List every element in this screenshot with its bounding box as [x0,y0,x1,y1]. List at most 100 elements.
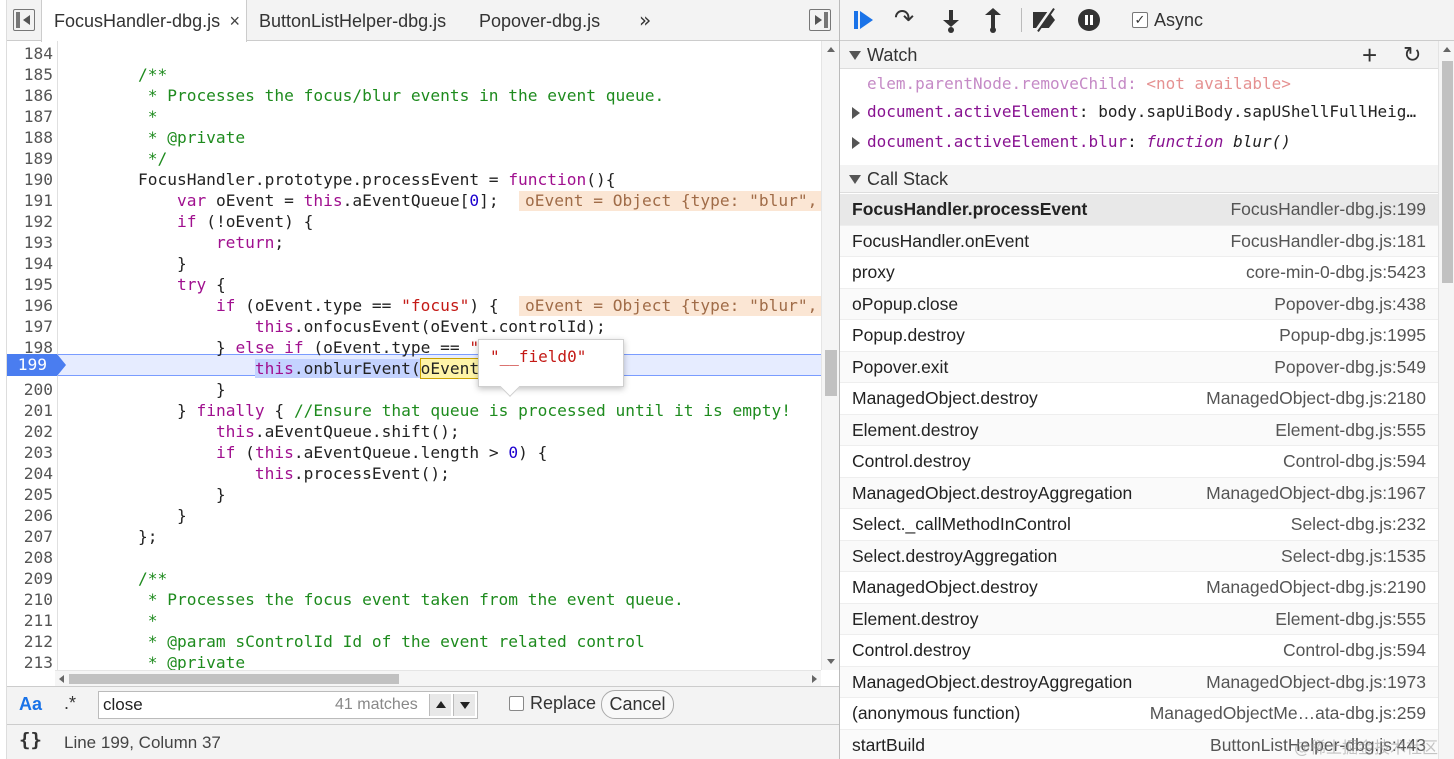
line-number[interactable]: 192 [7,211,53,232]
sidebar-scrollbar[interactable] [1438,41,1454,759]
frame-location-link[interactable]: ManagedObject-dbg.js:1973 [1206,667,1426,698]
cancel-search-button[interactable]: Cancel [601,690,674,719]
frame-location-link[interactable]: Element-dbg.js:555 [1275,604,1426,635]
toggle-debugger-sidebar-button[interactable] [809,9,831,31]
frame-location-link[interactable]: ManagedObjectMe…ata-dbg.js:259 [1150,698,1426,729]
frame-location-link[interactable]: ManagedObject-dbg.js:2180 [1206,383,1426,414]
call-frame[interactable]: Element.destroy Element-dbg.js:555 [840,603,1438,635]
line-number[interactable]: 211 [7,610,53,631]
frame-location-link[interactable]: Popover-dbg.js:549 [1274,352,1426,383]
tab-buttonlisthelper[interactable]: ButtonListHelper-dbg.js [247,0,467,41]
line-number[interactable]: 195 [7,274,53,295]
line-number[interactable]: 184 [7,43,53,64]
match-case-toggle[interactable]: Aa [19,694,42,715]
call-frame[interactable]: ManagedObject.destroy ManagedObject-dbg.j… [840,572,1438,604]
tab-popover[interactable]: Popover-dbg.js [467,0,627,41]
watch-item[interactable]: document.activeElement.blur: function bl… [840,128,1438,156]
call-frame[interactable]: FocusHandler.onEvent FocusHandler-dbg.js:… [840,225,1438,257]
line-number[interactable]: 213 [7,652,53,670]
call-frame[interactable]: Control.destroy Control-dbg.js:594 [840,635,1438,667]
line-number[interactable]: 209 [7,568,53,589]
replace-label[interactable]: Replace [530,693,596,714]
scroll-thumb[interactable] [825,350,837,396]
frame-location-link[interactable]: Control-dbg.js:594 [1283,446,1426,477]
call-frame[interactable]: Select._callMethodInControl Select-dbg.js… [840,509,1438,541]
scroll-left-icon[interactable] [59,675,64,683]
refresh-icon[interactable]: ↻ [1403,41,1421,69]
frame-location-link[interactable]: Element-dbg.js:555 [1275,415,1426,446]
expand-arrow-icon[interactable] [852,107,860,119]
regex-toggle[interactable]: .* [64,693,76,714]
async-label[interactable]: Async [1154,10,1203,31]
call-frame[interactable]: oPopup.close Popover-dbg.js:438 [840,288,1438,320]
frame-location-link[interactable]: FocusHandler-dbg.js:181 [1230,226,1426,257]
line-number[interactable]: 212 [7,631,53,652]
call-frame[interactable]: Element.destroy Element-dbg.js:555 [840,414,1438,446]
call-frame[interactable]: Control.destroy Control-dbg.js:594 [840,446,1438,478]
frame-location-link[interactable]: Select-dbg.js:1535 [1281,541,1426,572]
line-number[interactable]: 207 [7,526,53,547]
call-frame[interactable]: ManagedObject.destroy ManagedObject-dbg.j… [840,383,1438,415]
expand-arrow-icon[interactable] [852,137,860,149]
scroll-up-icon[interactable] [1443,47,1451,52]
call-frame[interactable]: Popup.destroy Popup-dbg.js:1995 [840,320,1438,352]
step-over-button[interactable]: ↷ [894,7,920,32]
line-number[interactable]: 197 [7,316,53,337]
watch-section-header[interactable]: Watch + ↻ [840,41,1438,69]
line-number[interactable]: 210 [7,589,53,610]
code-vertical-scrollbar[interactable] [821,41,839,670]
pause-on-exceptions-button[interactable] [1076,8,1102,32]
tab-overflow-icon[interactable]: » [639,0,651,40]
line-number[interactable]: 189 [7,148,53,169]
line-number[interactable]: 205 [7,484,53,505]
line-number[interactable]: 200 [7,379,53,400]
frame-location-link[interactable]: ManagedObject-dbg.js:2190 [1206,572,1426,603]
search-input[interactable] [103,695,333,715]
scroll-right-icon[interactable] [812,675,817,683]
step-out-button[interactable] [980,8,1006,33]
close-tab-icon[interactable]: × [229,0,240,42]
line-number[interactable]: 196 [7,295,53,316]
async-checkbox[interactable]: ✓ [1132,12,1148,28]
line-number[interactable]: 208 [7,547,53,568]
scroll-thumb[interactable] [1442,61,1453,283]
line-number[interactable]: 204 [7,463,53,484]
call-frame[interactable]: proxy core-min-0-dbg.js:5423 [840,257,1438,289]
add-watch-icon[interactable]: + [1362,41,1377,69]
line-number[interactable]: 191 [7,190,53,211]
frame-location-link[interactable]: core-min-0-dbg.js:5423 [1246,257,1426,288]
line-number[interactable]: 202 [7,421,53,442]
frame-location-link[interactable]: ManagedObject-dbg.js:1967 [1206,478,1426,509]
deactivate-breakpoints-button[interactable] [1030,7,1056,33]
toggle-navigator-button[interactable] [13,9,35,31]
pretty-print-icon[interactable]: {} [19,729,42,751]
step-into-button[interactable] [938,8,964,33]
next-match-button[interactable] [453,694,475,716]
line-number[interactable]: 187 [7,106,53,127]
scroll-thumb[interactable] [69,674,399,684]
line-number[interactable]: 203 [7,442,53,463]
resume-button[interactable] [852,8,878,32]
line-number[interactable]: 194 [7,253,53,274]
call-frame[interactable]: Select.destroyAggregation Select-dbg.js:1… [840,540,1438,572]
line-number[interactable]: 193 [7,232,53,253]
line-number[interactable]: 201 [7,400,53,421]
call-frame[interactable]: FocusHandler.processEvent FocusHandler-db… [840,194,1438,226]
scroll-down-icon[interactable] [827,659,835,664]
code-horizontal-scrollbar[interactable] [55,670,821,686]
line-number[interactable]: 185 [7,64,53,85]
frame-location-link[interactable]: Popover-dbg.js:438 [1274,289,1426,320]
call-frame[interactable]: ManagedObject.destroyAggregation ManagedO… [840,477,1438,509]
call-frame[interactable]: (anonymous function) ManagedObjectMe…ata-… [840,698,1438,730]
replace-checkbox[interactable] [509,696,524,711]
frame-location-link[interactable]: Control-dbg.js:594 [1283,635,1426,666]
line-number[interactable]: 186 [7,85,53,106]
watch-item[interactable]: elem.parentNode.removeChild: <not availa… [840,70,1438,98]
call-frame[interactable]: ManagedObject.destroyAggregation ManagedO… [840,666,1438,698]
frame-location-link[interactable]: FocusHandler-dbg.js:199 [1230,194,1426,225]
scroll-up-icon[interactable] [827,47,835,52]
call-stack-section-header[interactable]: Call Stack [840,165,1438,193]
frame-location-link[interactable]: Popup-dbg.js:1995 [1279,320,1426,351]
line-number[interactable]: 206 [7,505,53,526]
current-line-marker[interactable]: 199 [7,354,66,376]
